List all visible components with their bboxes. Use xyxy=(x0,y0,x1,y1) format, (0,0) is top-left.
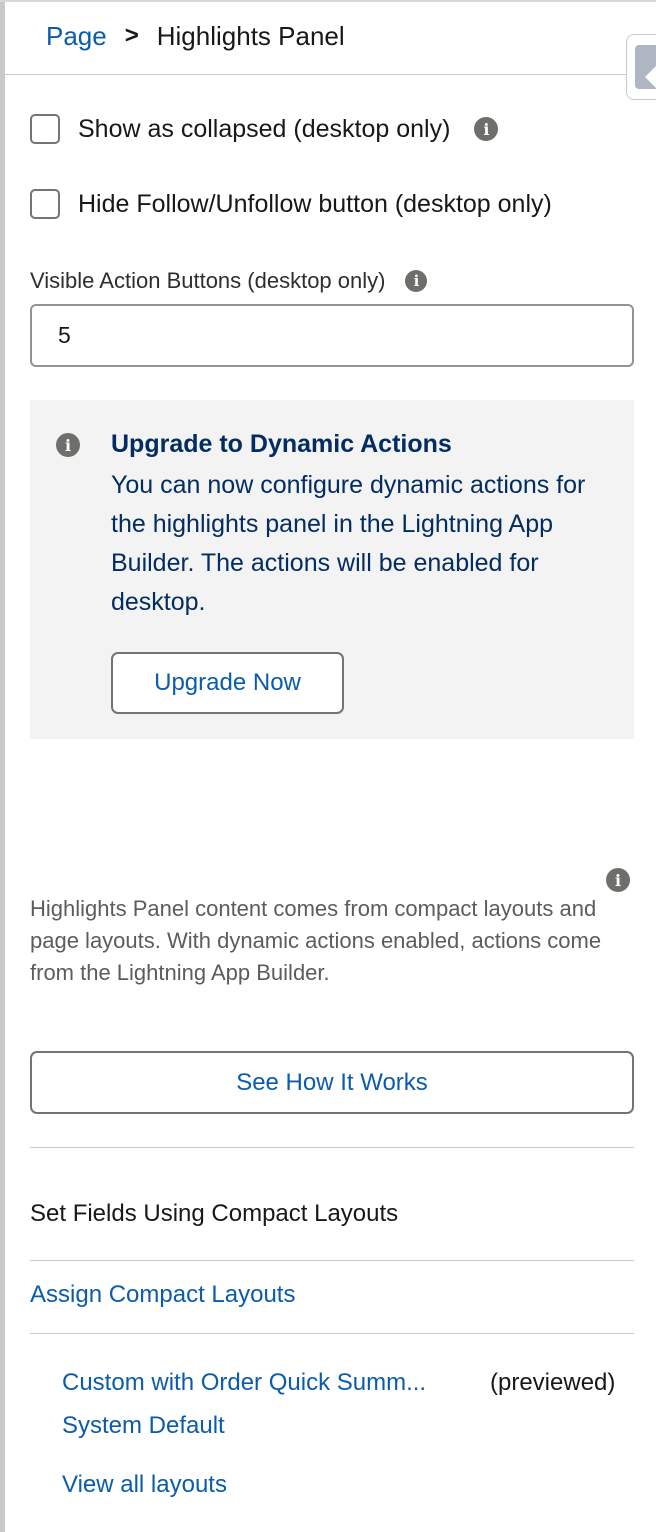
notice-body: You can now configure dynamic actions fo… xyxy=(111,471,586,616)
hide-follow-label: Hide Follow/Unfollow button (desktop onl… xyxy=(78,189,552,218)
assign-compact-layouts-link[interactable]: Assign Compact Layouts xyxy=(30,1281,295,1309)
compact-layouts-heading: Set Fields Using Compact Layouts xyxy=(30,1200,399,1227)
breadcrumb-page-link[interactable]: Page xyxy=(46,21,107,52)
show-collapsed-option: Show as collapsed (desktop only) i xyxy=(30,114,499,144)
upgrade-notice: i Upgrade to Dynamic Actions You can now… xyxy=(30,400,634,739)
info-icon[interactable]: i xyxy=(405,270,428,292)
breadcrumb: Page > Highlights Panel xyxy=(46,18,345,54)
breadcrumb-current: Highlights Panel xyxy=(156,20,345,51)
show-collapsed-checkbox[interactable] xyxy=(30,114,60,144)
top-border xyxy=(0,0,656,2)
visible-actions-label-row: Visible Action Buttons (desktop only) i xyxy=(30,268,428,294)
visible-actions-input[interactable]: 5 xyxy=(30,304,634,367)
left-border xyxy=(0,0,5,1532)
chevron-left-icon xyxy=(645,65,656,89)
upgrade-now-button[interactable]: Upgrade Now xyxy=(111,652,344,714)
hide-follow-checkbox[interactable] xyxy=(30,189,60,219)
view-all-layouts-link[interactable]: View all layouts xyxy=(62,1471,227,1499)
hide-follow-option: Hide Follow/Unfollow button (desktop onl… xyxy=(30,189,552,219)
visible-actions-label: Visible Action Buttons (desktop only) xyxy=(30,268,386,293)
header-divider xyxy=(5,74,656,75)
layout-link-custom[interactable]: Custom with Order Quick Summ... xyxy=(62,1369,426,1397)
collapse-tab-inner xyxy=(635,45,656,89)
info-icon[interactable]: i xyxy=(474,117,499,141)
divider xyxy=(30,1333,634,1334)
show-collapsed-label: Show as collapsed (desktop only) xyxy=(78,114,451,143)
divider xyxy=(30,1260,634,1261)
info-icon: i xyxy=(56,433,80,457)
collapse-panel-button[interactable] xyxy=(626,34,656,100)
layout-link-system-default[interactable]: System Default xyxy=(62,1412,225,1440)
notice-title: Upgrade to Dynamic Actions xyxy=(111,430,452,458)
help-text: Highlights Panel content comes from comp… xyxy=(30,896,602,985)
previewed-label: (previewed) xyxy=(490,1369,616,1396)
info-icon[interactable]: i xyxy=(606,868,630,892)
breadcrumb-separator: > xyxy=(124,22,139,49)
see-how-it-works-button[interactable]: See How It Works xyxy=(30,1051,634,1114)
divider xyxy=(30,1147,634,1148)
